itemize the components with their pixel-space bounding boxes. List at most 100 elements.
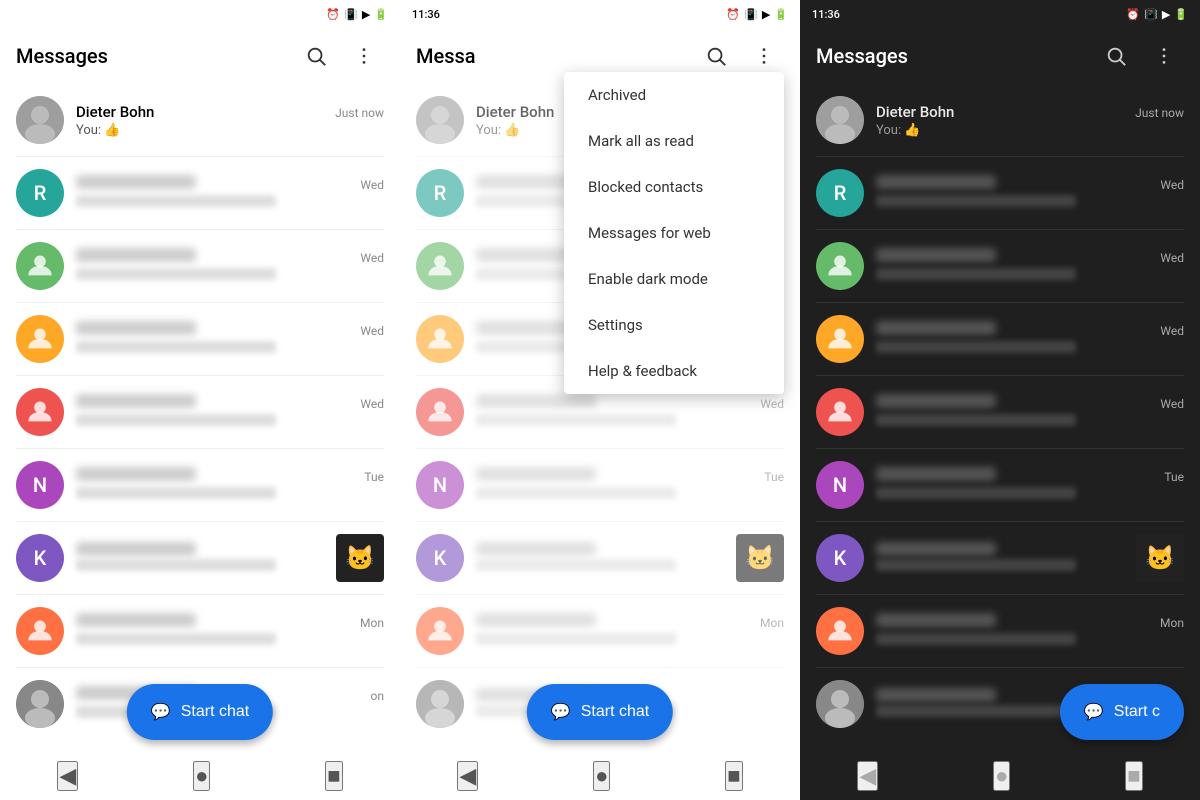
status-time-middle: 11:36 bbox=[412, 8, 440, 21]
message-time-dieter-light: Just now bbox=[335, 106, 384, 120]
message-item-o1-light[interactable]: Mon bbox=[0, 595, 400, 667]
home-button-middle[interactable]: ● bbox=[593, 761, 610, 791]
message-time-o1-light: Mon bbox=[360, 616, 384, 630]
contact-name-r2-light bbox=[76, 394, 196, 408]
message-preview-y1-light bbox=[76, 341, 276, 353]
menu-item-help[interactable]: Help & feedback bbox=[564, 348, 784, 394]
alarm-icon: ⏰ bbox=[326, 8, 340, 21]
wifi-icon: ▶ bbox=[362, 8, 370, 21]
message-time-r2-light: Wed bbox=[360, 397, 384, 411]
message-content-o1-light: Mon bbox=[76, 613, 384, 649]
message-item-g1-light[interactable]: Wed bbox=[0, 230, 400, 302]
message-item-g1-dark[interactable]: Wed bbox=[800, 230, 1200, 302]
menu-item-archived[interactable]: Archived bbox=[564, 72, 784, 118]
message-content-r2-light: Wed bbox=[76, 394, 384, 430]
message-item-k1-dark[interactable]: K 🐱 bbox=[800, 522, 1200, 594]
message-item-n1-dark[interactable]: N Tue bbox=[800, 449, 1200, 521]
message-header-k1-light bbox=[76, 542, 324, 556]
message-preview-r2-light bbox=[76, 414, 276, 426]
status-bar-middle: 11:36 ⏰ 📳 ▶ 🔋 bbox=[400, 0, 800, 28]
menu-item-mark-read[interactable]: Mark all as read bbox=[564, 118, 784, 164]
recents-button-middle[interactable]: ■ bbox=[725, 761, 742, 791]
message-item-y1-light[interactable]: Wed bbox=[0, 303, 400, 375]
status-icons-middle: ⏰ 📳 ▶ 🔋 bbox=[726, 8, 788, 21]
avatar-n1-dark: N bbox=[816, 461, 864, 509]
menu-item-messages-web[interactable]: Messages for web bbox=[564, 210, 784, 256]
message-header-y1-light: Wed bbox=[76, 321, 384, 338]
message-list-dark: Dieter Bohn Just now You: 👍 R Wed bbox=[800, 84, 1200, 752]
home-button-dark[interactable]: ● bbox=[993, 761, 1010, 791]
avatar-y1-light bbox=[16, 315, 64, 363]
home-button-light[interactable]: ● bbox=[193, 761, 210, 791]
search-button-middle[interactable] bbox=[696, 36, 736, 76]
menu-item-blocked[interactable]: Blocked contacts bbox=[564, 164, 784, 210]
start-chat-fab-middle[interactable]: 💬 Start chat bbox=[527, 684, 673, 740]
recents-button-light[interactable]: ■ bbox=[325, 761, 342, 791]
status-bar-light: ⏰ 📳 ▶ 🔋 bbox=[0, 0, 400, 28]
message-time-y1-light: Wed bbox=[360, 324, 384, 338]
chat-icon-dark: 💬 bbox=[1084, 702, 1104, 722]
avatar-o1-dark bbox=[816, 607, 864, 655]
panel-dark: 11:36 ⏰ 📳 ▶ 🔋 Messages bbox=[800, 0, 1200, 800]
avatar-o1-light bbox=[16, 607, 64, 655]
message-header-r1-light: Wed bbox=[76, 175, 384, 192]
message-item-k1-light[interactable]: K 🐱 bbox=[0, 522, 400, 594]
avatar-y1-middle bbox=[416, 315, 464, 363]
contact-name-k1-light bbox=[76, 542, 196, 556]
battery-icon: 🔋 bbox=[374, 8, 388, 21]
message-item-dieter-dark[interactable]: Dieter Bohn Just now You: 👍 bbox=[800, 84, 1200, 156]
message-item-y1-dark[interactable]: Wed bbox=[800, 303, 1200, 375]
avatar-dieter-dark bbox=[816, 96, 864, 144]
avatar-g1-light bbox=[16, 242, 64, 290]
search-button-light[interactable] bbox=[296, 36, 336, 76]
message-item-o1-dark[interactable]: Mon bbox=[800, 595, 1200, 667]
message-item-r2-dark[interactable]: Wed bbox=[800, 376, 1200, 448]
status-time-dark: 11:36 bbox=[812, 8, 840, 21]
message-item-n1-middle[interactable]: N Tue bbox=[400, 449, 800, 521]
app-title-light: Messages bbox=[16, 44, 108, 68]
message-item-r1-light[interactable]: R Wed bbox=[0, 157, 400, 229]
avatar-r2-light bbox=[16, 388, 64, 436]
message-list-light: Dieter Bohn Just now You: 👍 R Wed bbox=[0, 84, 400, 752]
search-button-dark[interactable] bbox=[1096, 36, 1136, 76]
more-button-light[interactable] bbox=[344, 36, 384, 76]
message-header-dieter-light: Dieter Bohn Just now bbox=[76, 103, 384, 121]
message-preview-k1-light bbox=[76, 559, 276, 571]
message-preview-o1-light bbox=[76, 633, 276, 645]
more-button-middle[interactable] bbox=[744, 36, 784, 76]
back-button-middle[interactable]: ◀ bbox=[457, 761, 478, 791]
message-preview-g1-light bbox=[76, 268, 276, 280]
battery-icon-dark: 🔋 bbox=[1174, 8, 1188, 21]
message-content-r1-light: Wed bbox=[76, 175, 384, 211]
avatar-r1-middle: R bbox=[416, 169, 464, 217]
message-item-k1-middle[interactable]: K 🐱 bbox=[400, 522, 800, 594]
start-chat-fab-light[interactable]: 💬 Start chat bbox=[127, 684, 273, 740]
recents-button-dark[interactable]: ■ bbox=[1125, 761, 1142, 791]
wifi-icon-dark: ▶ bbox=[1162, 8, 1170, 21]
avatar-dieter-middle bbox=[416, 96, 464, 144]
avatar-dieter-light bbox=[16, 96, 64, 144]
contact-name-dieter-dark: Dieter Bohn bbox=[876, 103, 954, 121]
contact-name-o1-light bbox=[76, 613, 196, 627]
message-item-o1-middle[interactable]: Mon bbox=[400, 595, 800, 667]
back-button-dark[interactable]: ◀ bbox=[857, 761, 878, 791]
nav-bar-dark: ◀ ● ■ bbox=[800, 752, 1200, 800]
message-item-dieter-light[interactable]: Dieter Bohn Just now You: 👍 bbox=[0, 84, 400, 156]
sticker-k1-light: 🐱 bbox=[336, 534, 384, 582]
wifi-icon-mid: ▶ bbox=[762, 8, 770, 21]
nav-bar-light: ◀ ● ■ bbox=[0, 752, 400, 800]
message-item-n1-light[interactable]: N Tue bbox=[0, 449, 400, 521]
menu-item-dark-mode[interactable]: Enable dark mode bbox=[564, 256, 784, 302]
more-button-dark[interactable] bbox=[1144, 36, 1184, 76]
start-chat-label-light: Start chat bbox=[181, 703, 249, 721]
back-button-light[interactable]: ◀ bbox=[57, 761, 78, 791]
sticker-k1-middle: 🐱 bbox=[736, 534, 784, 582]
menu-item-settings[interactable]: Settings bbox=[564, 302, 784, 348]
start-chat-fab-dark[interactable]: 💬 Start c bbox=[1060, 684, 1184, 740]
message-item-r1-dark[interactable]: R Wed bbox=[800, 157, 1200, 229]
message-preview-n1-light bbox=[76, 487, 276, 499]
avatar-y1-dark bbox=[816, 315, 864, 363]
message-item-r2-light[interactable]: Wed bbox=[0, 376, 400, 448]
message-time-g1-light: Wed bbox=[360, 251, 384, 265]
message-time-r1-light: Wed bbox=[360, 178, 384, 192]
